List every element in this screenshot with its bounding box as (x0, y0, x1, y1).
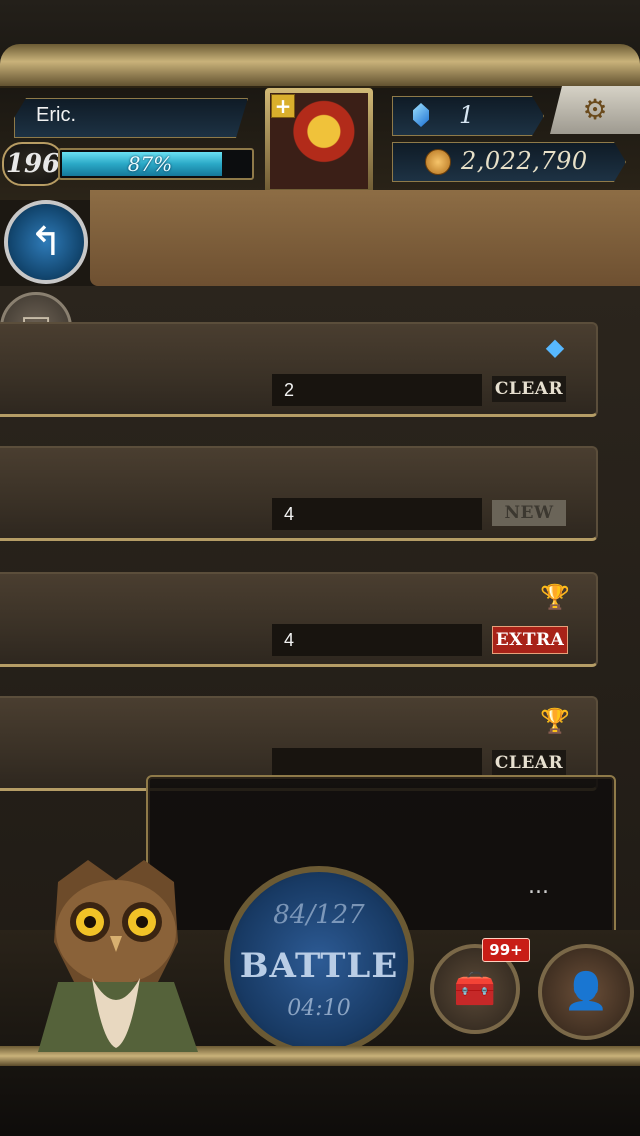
quest-row-3[interactable]: 🏆 4 EXTRA (0, 572, 598, 667)
battle-timer: 04:10 (287, 996, 351, 1021)
exp-percent-text: 87% (127, 152, 173, 176)
header-ornament (0, 44, 640, 88)
friends-button[interactable]: 👤 (538, 944, 634, 1040)
coin-icon (425, 149, 451, 175)
back-arrow-icon: ↰ (29, 219, 63, 265)
gem-counter[interactable]: 1 (392, 96, 544, 136)
exp-bar: 87% (58, 148, 254, 180)
notification-badge: 99+ (482, 938, 530, 962)
plus-icon: + (271, 94, 295, 118)
trophy-icon: 🏆 (540, 707, 570, 735)
status-badge-new: NEW (492, 500, 566, 526)
player-level-badge: 196 (2, 142, 64, 186)
gold-count: 2,022,790 (461, 147, 588, 175)
battle-button[interactable]: 84/127 BATTLE 04:10 (224, 866, 414, 1056)
status-badge-extra: EXTRA (492, 626, 568, 654)
player-name: Eric. (36, 104, 76, 126)
battle-label: BATTLE (239, 946, 399, 986)
popup-loading-text: ... (528, 874, 549, 899)
owl-mascot (38, 860, 198, 1052)
settings-button[interactable]: ⚙ (550, 86, 640, 134)
quest-row-1[interactable]: ◆ 2 CLEAR (0, 322, 598, 417)
crystal-icon: ◆ (545, 333, 565, 361)
battle-stamina-count: 84/127 (273, 900, 365, 930)
treasure-chest-icon: 🧰 (453, 969, 497, 1009)
quest-count: 4 (272, 498, 482, 530)
quest-row-2[interactable]: 4 NEW (0, 446, 598, 541)
leader-portrait[interactable]: + (265, 88, 373, 194)
quest-count: 4 (272, 624, 482, 656)
status-badge-clear: CLEAR (492, 376, 566, 402)
gem-icon (413, 103, 429, 127)
header-banner (90, 190, 640, 286)
gold-counter: 2,022,790 (392, 142, 626, 182)
gem-count: 1 (459, 101, 475, 129)
quest-count: 2 (272, 374, 482, 406)
status-badge-clear: CLEAR (492, 750, 566, 776)
back-button[interactable]: ↰ (4, 200, 88, 284)
friends-icon: 👤 (563, 971, 609, 1012)
trophy-icon: 🏆 (540, 583, 570, 611)
gear-icon: ⚙ (582, 93, 608, 126)
